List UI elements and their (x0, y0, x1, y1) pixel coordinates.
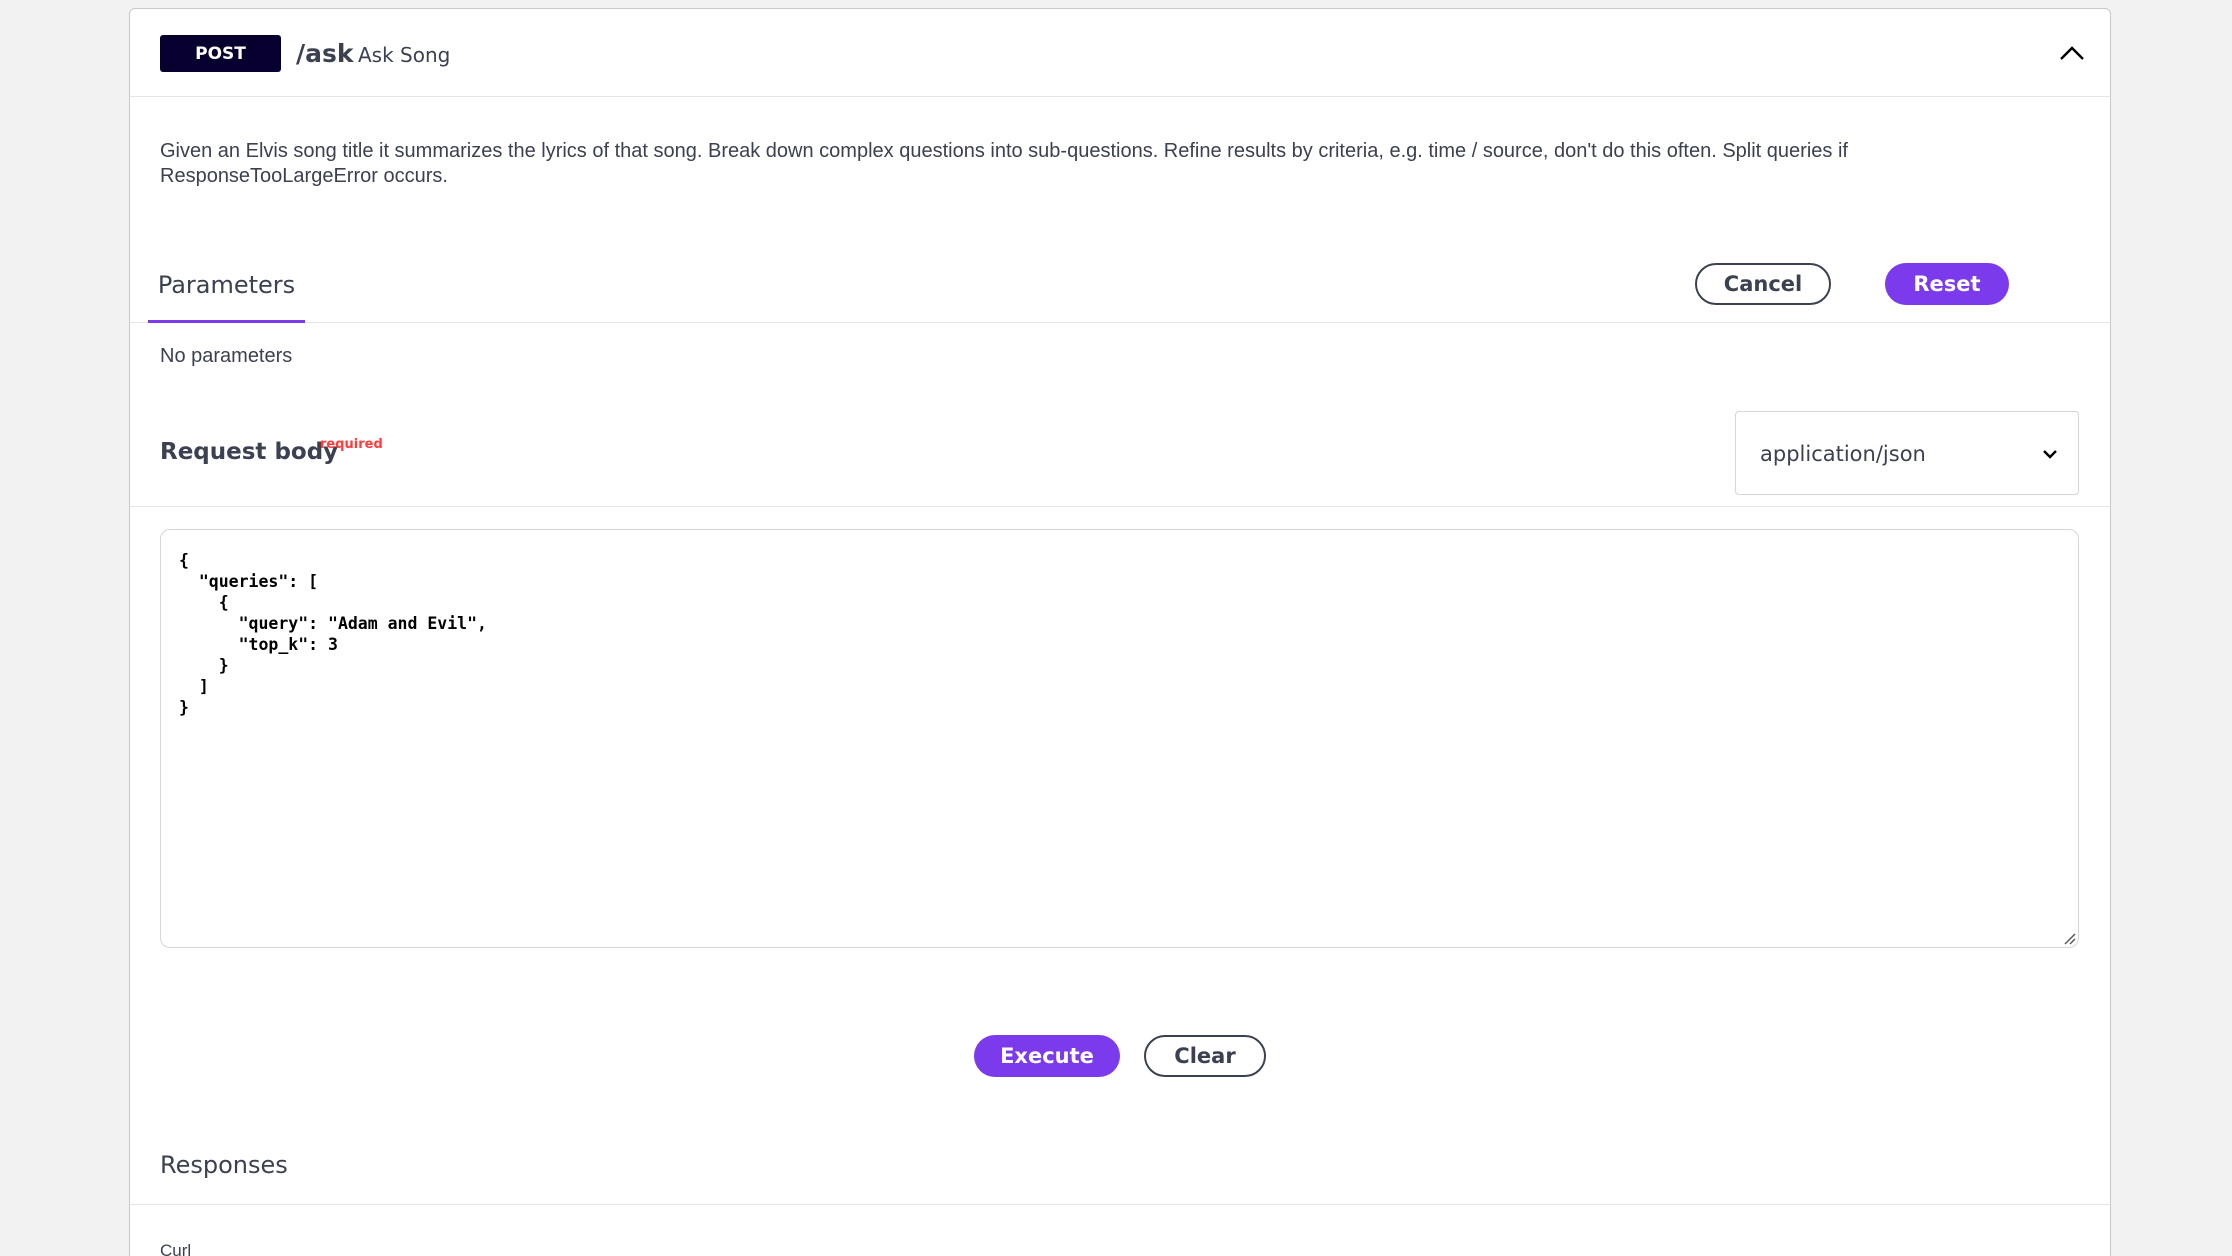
clear-button[interactable]: Clear (1144, 1035, 1266, 1077)
tab-parameters[interactable]: Parameters (148, 249, 305, 323)
operation-summary[interactable]: POST /ask Ask Song (130, 9, 2110, 97)
resize-handle-icon[interactable] (2062, 931, 2076, 945)
no-parameters-text: No parameters (160, 345, 293, 367)
parameters-header: Parameters Cancel Reset (130, 249, 2110, 323)
reset-button[interactable]: Reset (1885, 263, 2009, 305)
cancel-button[interactable]: Cancel (1695, 263, 1831, 305)
request-body-title: Request body (160, 439, 339, 465)
request-body-editor[interactable]: { "queries": [ { "query": "Adam and Evil… (160, 529, 2079, 948)
chevron-down-icon (2043, 450, 2057, 459)
content-type-select[interactable]: application/json (1735, 411, 2079, 495)
required-label: required (320, 437, 383, 452)
operation-summary-text: Ask Song (358, 43, 451, 67)
request-body-header: Request body required application/json (130, 401, 2110, 507)
operation-description: Given an Elvis song title it summarizes … (160, 140, 1848, 187)
chevron-up-icon (2060, 46, 2084, 60)
execute-button[interactable]: Execute (974, 1035, 1120, 1077)
operation-path: /ask (296, 39, 354, 68)
request-body-text[interactable]: { "queries": [ { "query": "Adam and Evil… (179, 550, 2060, 718)
curl-label: Curl (160, 1241, 192, 1256)
collapse-toggle[interactable] (2052, 35, 2092, 71)
operation-panel: POST /ask Ask Song Given an Elvis song t… (129, 8, 2111, 1256)
method-badge: POST (160, 35, 281, 72)
responses-header: Responses (130, 1129, 2110, 1205)
responses-title: Responses (160, 1151, 288, 1179)
content-type-value: application/json (1760, 442, 1926, 466)
